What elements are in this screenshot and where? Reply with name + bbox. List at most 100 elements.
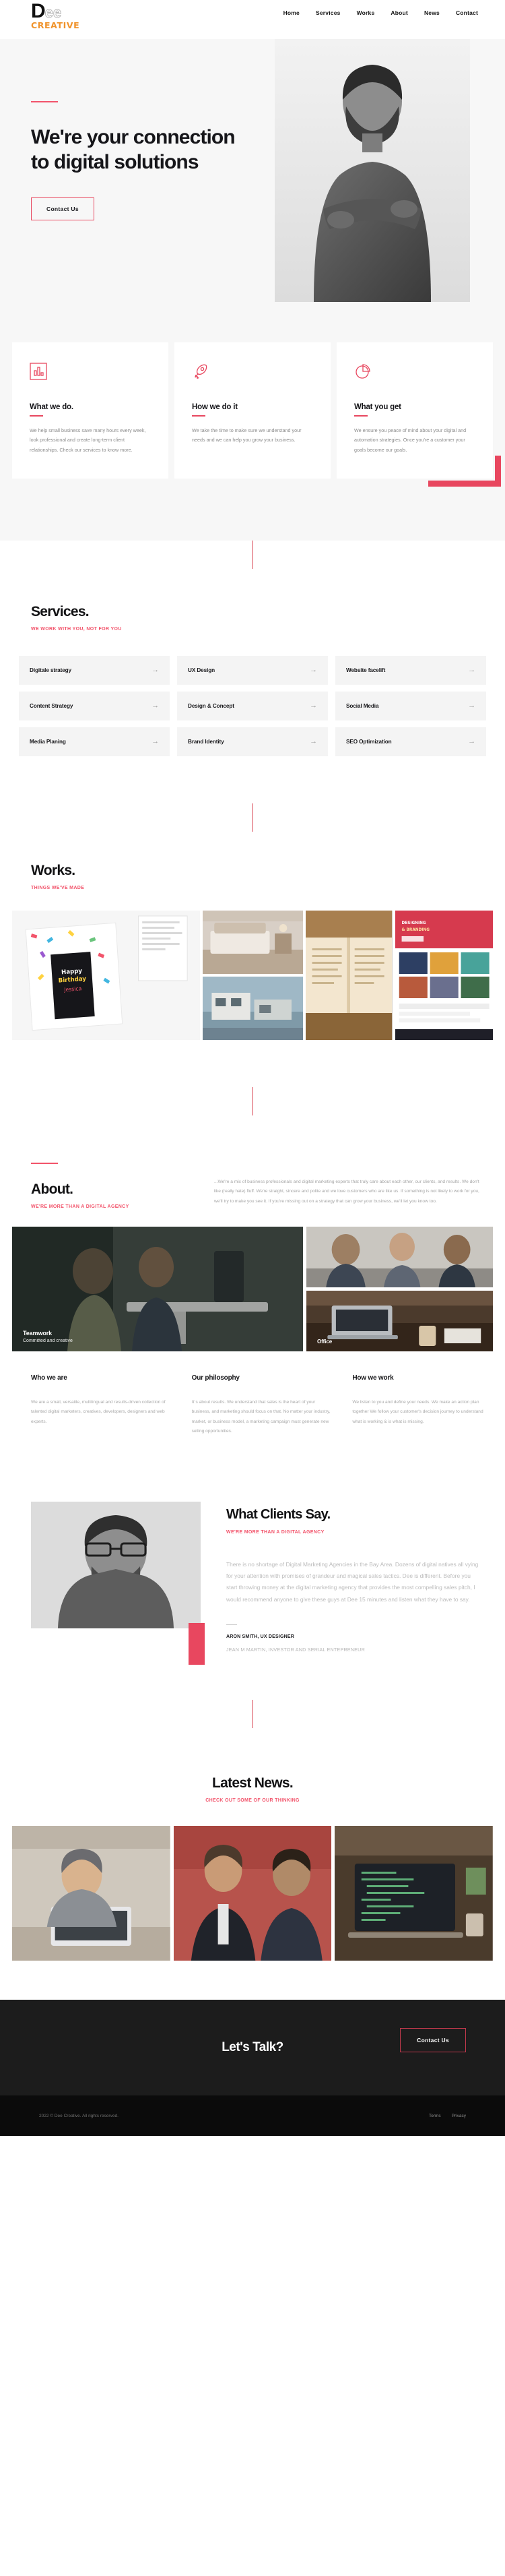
- services-title: Services.: [31, 603, 90, 619]
- arrow-right-icon: →: [310, 665, 317, 674]
- services-section: Services. WE WORK WITH YOU, NOT FOR YOU …: [0, 569, 505, 756]
- svg-text:& BRANDING: & BRANDING: [401, 928, 430, 932]
- services-heading: Services. WE WORK WITH YOU, NOT FOR YOU: [12, 604, 493, 632]
- footer-link-privacy[interactable]: Privacy: [452, 2114, 466, 2118]
- about-column-heading: Our philosophy: [191, 1374, 240, 1382]
- feature-body: We help small business save many hours e…: [30, 427, 146, 454]
- service-label: SEO Optimization: [346, 738, 392, 745]
- about-section: About. WE'RE MORE THAN A DIGITAL AGENCY …: [0, 1162, 505, 1437]
- footer-link-terms[interactable]: Terms: [429, 2114, 441, 2118]
- testimonial-divider: [226, 1624, 237, 1626]
- about-title: About.: [31, 1181, 73, 1197]
- about-gallery-right: Office: [306, 1226, 493, 1351]
- section-divider-tick: [252, 1700, 253, 1729]
- hero-contact-button[interactable]: Contact Us: [31, 197, 94, 221]
- about-image-label-office: Office: [317, 1339, 332, 1345]
- logo-letters-ee: ee: [44, 4, 62, 21]
- services-grid: Digitale strategy → UX Design → Website …: [12, 655, 493, 756]
- office-label-title: Office: [317, 1338, 333, 1345]
- arrow-right-icon: →: [468, 701, 475, 710]
- services-subtitle: WE WORK WITH YOU, NOT FOR YOU: [31, 626, 122, 632]
- service-card-ux-design[interactable]: UX Design →: [177, 655, 328, 685]
- site-header: D ee CREATIVE Home Services Works About …: [0, 0, 505, 39]
- about-image-label-teamwork: Teamwork Committed and creative: [23, 1330, 73, 1343]
- news-card[interactable]: [335, 1826, 494, 1961]
- about-image-meeting[interactable]: [306, 1226, 493, 1287]
- work-thumbnail[interactable]: DESIGNING & BRANDING: [395, 910, 493, 1040]
- feature-card: How we do it We take the time to make su…: [174, 342, 331, 479]
- news-title: Latest News.: [212, 1775, 294, 1791]
- testimonial-red-bar: [189, 1623, 205, 1665]
- hero-title: We're your connection to digital solutio…: [31, 126, 236, 173]
- feature-underline: [192, 415, 205, 417]
- work-thumbnail[interactable]: [203, 910, 304, 974]
- about-image-office[interactable]: Office: [306, 1290, 493, 1351]
- about-column-heading: Who we are: [31, 1374, 67, 1382]
- accent-rule: [31, 1162, 58, 1164]
- work-thumbnail[interactable]: [203, 976, 304, 1040]
- site-footer: 2022 © Dee Creative. All rights reserved…: [0, 2095, 505, 2137]
- testimonial-author-role: JEAN M MARTIN, INVESTOR AND SERIAL ENTEP…: [226, 1647, 365, 1653]
- work-column: [203, 910, 304, 1040]
- nav-item-about[interactable]: About: [391, 9, 408, 16]
- logo-wordmark: D ee: [31, 1, 79, 22]
- news-card[interactable]: [12, 1826, 170, 1961]
- hero-copy: We're your connection to digital solutio…: [31, 101, 253, 221]
- feature-card: What you get We ensure you peace of mind…: [337, 342, 501, 487]
- about-gallery: Teamwork Committed and creative Office: [0, 1226, 505, 1351]
- footer-links: Terms Privacy: [429, 2114, 466, 2118]
- main-nav: Home Services Works About News Contact: [283, 0, 493, 16]
- works-title: Works.: [31, 862, 75, 878]
- service-card-seo-optimization[interactable]: SEO Optimization →: [335, 727, 486, 756]
- logo[interactable]: D ee CREATIVE: [12, 0, 79, 31]
- nav-item-news[interactable]: News: [424, 9, 440, 16]
- nav-item-home[interactable]: Home: [283, 9, 300, 16]
- about-column-body: We are a small, versatile, multilingual …: [31, 1399, 166, 1424]
- about-column: Who we are We are a small, versatile, mu…: [31, 1374, 172, 1437]
- landing-page: D ee CREATIVE Home Services Works About …: [0, 0, 505, 2137]
- nav-item-contact[interactable]: Contact: [456, 9, 478, 16]
- testimonial-subtitle: WE'RE MORE THAN A DIGITAL AGENCY: [226, 1529, 325, 1535]
- arrow-right-icon: →: [310, 737, 317, 745]
- service-label: Design & Concept: [188, 702, 234, 709]
- news-section: Latest News. CHECK OUT SOME OF OUR THINK…: [0, 1775, 505, 1961]
- hero-portrait-image: [275, 39, 470, 302]
- arrow-right-icon: →: [468, 665, 475, 674]
- about-column-body: We listen to you and define your needs. …: [352, 1399, 483, 1424]
- service-card-design-concept[interactable]: Design & Concept →: [177, 691, 328, 720]
- bar-chart-icon: [30, 363, 47, 380]
- about-columns: Who we are We are a small, versatile, mu…: [0, 1374, 505, 1437]
- service-card-content-strategy[interactable]: Content Strategy →: [19, 691, 170, 720]
- testimonial-quote: There is no shortage of Digital Marketin…: [226, 1560, 479, 1603]
- about-image-teamwork[interactable]: Teamwork Committed and creative: [12, 1226, 303, 1351]
- cta-title: Let's Talk?: [222, 2040, 283, 2055]
- feature-underline: [30, 415, 43, 417]
- feature-underline: [354, 415, 368, 417]
- testimonial-author: ARON SMITH, UX DESIGNER: [226, 1634, 295, 1640]
- section-divider-tick: [252, 540, 253, 569]
- service-card-brand-identity[interactable]: Brand Identity →: [177, 727, 328, 756]
- service-card-media-planing[interactable]: Media Planing →: [19, 727, 170, 756]
- footer-cta-section: Let's Talk? Contact Us: [0, 2000, 505, 2096]
- works-gallery: Happy Birthday Jessica DESIGNING & BRAND…: [12, 910, 493, 1040]
- feature-cards-section: What we do. We help small business save …: [0, 342, 505, 541]
- news-card[interactable]: [173, 1826, 332, 1961]
- about-column-heading: How we work: [352, 1374, 394, 1382]
- service-card-digitale-strategy[interactable]: Digitale strategy →: [19, 655, 170, 685]
- service-card-website-facelift[interactable]: Website facelift →: [335, 655, 486, 685]
- works-subtitle: THINGS WE'VE MADE: [31, 885, 85, 890]
- work-thumbnail[interactable]: [306, 910, 393, 1040]
- rocket-icon: [192, 363, 209, 380]
- service-card-social-media[interactable]: Social Media →: [335, 691, 486, 720]
- accent-rule: [31, 101, 58, 102]
- nav-item-services[interactable]: Services: [316, 9, 341, 16]
- logo-letter-d: D: [31, 0, 46, 22]
- testimonial-content: What Clients Say. WE'RE MORE THAN A DIGI…: [201, 1502, 493, 1653]
- service-label: Brand Identity: [188, 738, 224, 745]
- nav-item-works[interactable]: Works: [357, 9, 375, 16]
- testimonial-section: What Clients Say. WE'RE MORE THAN A DIGI…: [0, 1501, 505, 1665]
- work-thumbnail[interactable]: Happy Birthday Jessica: [12, 910, 201, 1040]
- footer-contact-button[interactable]: Contact Us: [400, 2028, 466, 2053]
- news-subtitle: CHECK OUT SOME OF OUR THINKING: [205, 1798, 300, 1804]
- works-heading: Works. THINGS WE'VE MADE: [12, 863, 493, 890]
